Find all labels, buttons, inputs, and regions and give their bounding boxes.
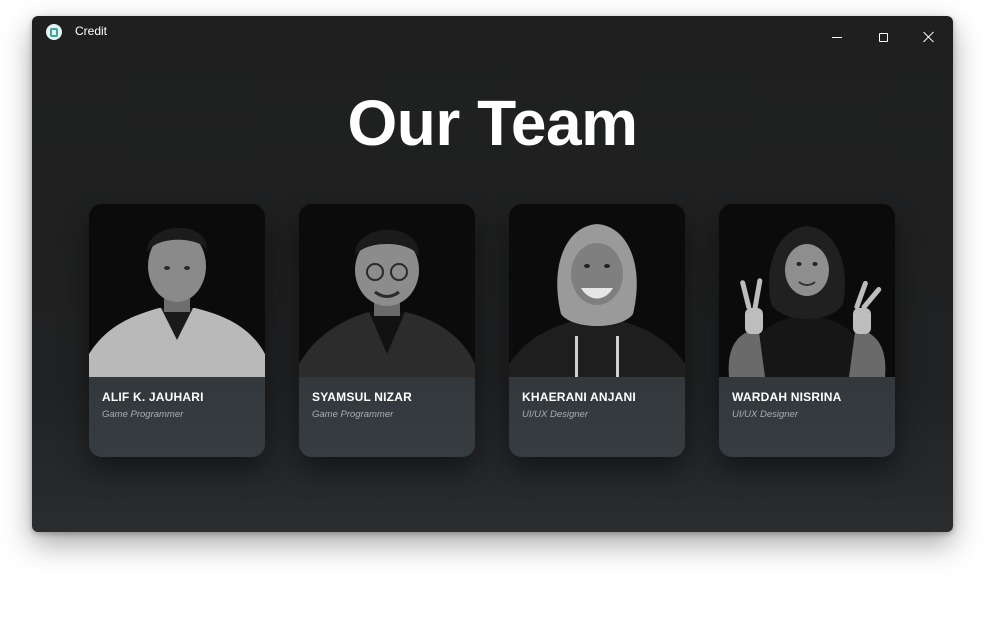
maximize-button[interactable] [868,22,898,52]
maximize-icon [878,32,888,42]
title-bar[interactable]: Credit [32,16,953,48]
team-member-name: ALIF K. JAUHARI [102,390,204,404]
close-icon [923,31,935,43]
team-member-photo [509,204,685,377]
minimize-icon [832,36,842,38]
team-member-name: KHAERANI ANJANI [522,390,636,404]
team-card: ALIF K. JAUHARI Game Programmer [89,204,265,457]
team-member-name: SYAMSUL NIZAR [312,390,412,404]
window-title: Credit [75,24,108,38]
app-logo-icon [46,24,62,40]
team-member-photo [299,204,475,377]
page-title: Our Team [347,87,639,159]
team-member-info: ALIF K. JAUHARI Game Programmer [89,377,265,457]
team-member-role: UI/UX Designer [732,409,798,420]
team-member-info: SYAMSUL NIZAR Game Programmer [299,377,475,457]
team-member-role: Game Programmer [312,409,394,420]
minimize-button[interactable] [822,22,852,52]
team-card: KHAERANI ANJANI UI/UX Designer [509,204,685,457]
team-card: SYAMSUL NIZAR Game Programmer [299,204,475,457]
team-member-photo [719,204,895,377]
team-member-info: KHAERANI ANJANI UI/UX Designer [509,377,685,457]
team-member-info: WARDAH NISRINA UI/UX Designer [719,377,895,457]
team-member-name: WARDAH NISRINA [732,390,842,404]
close-button[interactable] [914,22,944,52]
team-member-photo [89,204,265,377]
team-member-role: Game Programmer [102,409,184,420]
team-member-role: UI/UX Designer [522,409,588,420]
team-card: WARDAH NISRINA UI/UX Designer [719,204,895,457]
credit-window: Credit Our Team ALIF K. JAUHARI Game Pro… [32,16,953,532]
